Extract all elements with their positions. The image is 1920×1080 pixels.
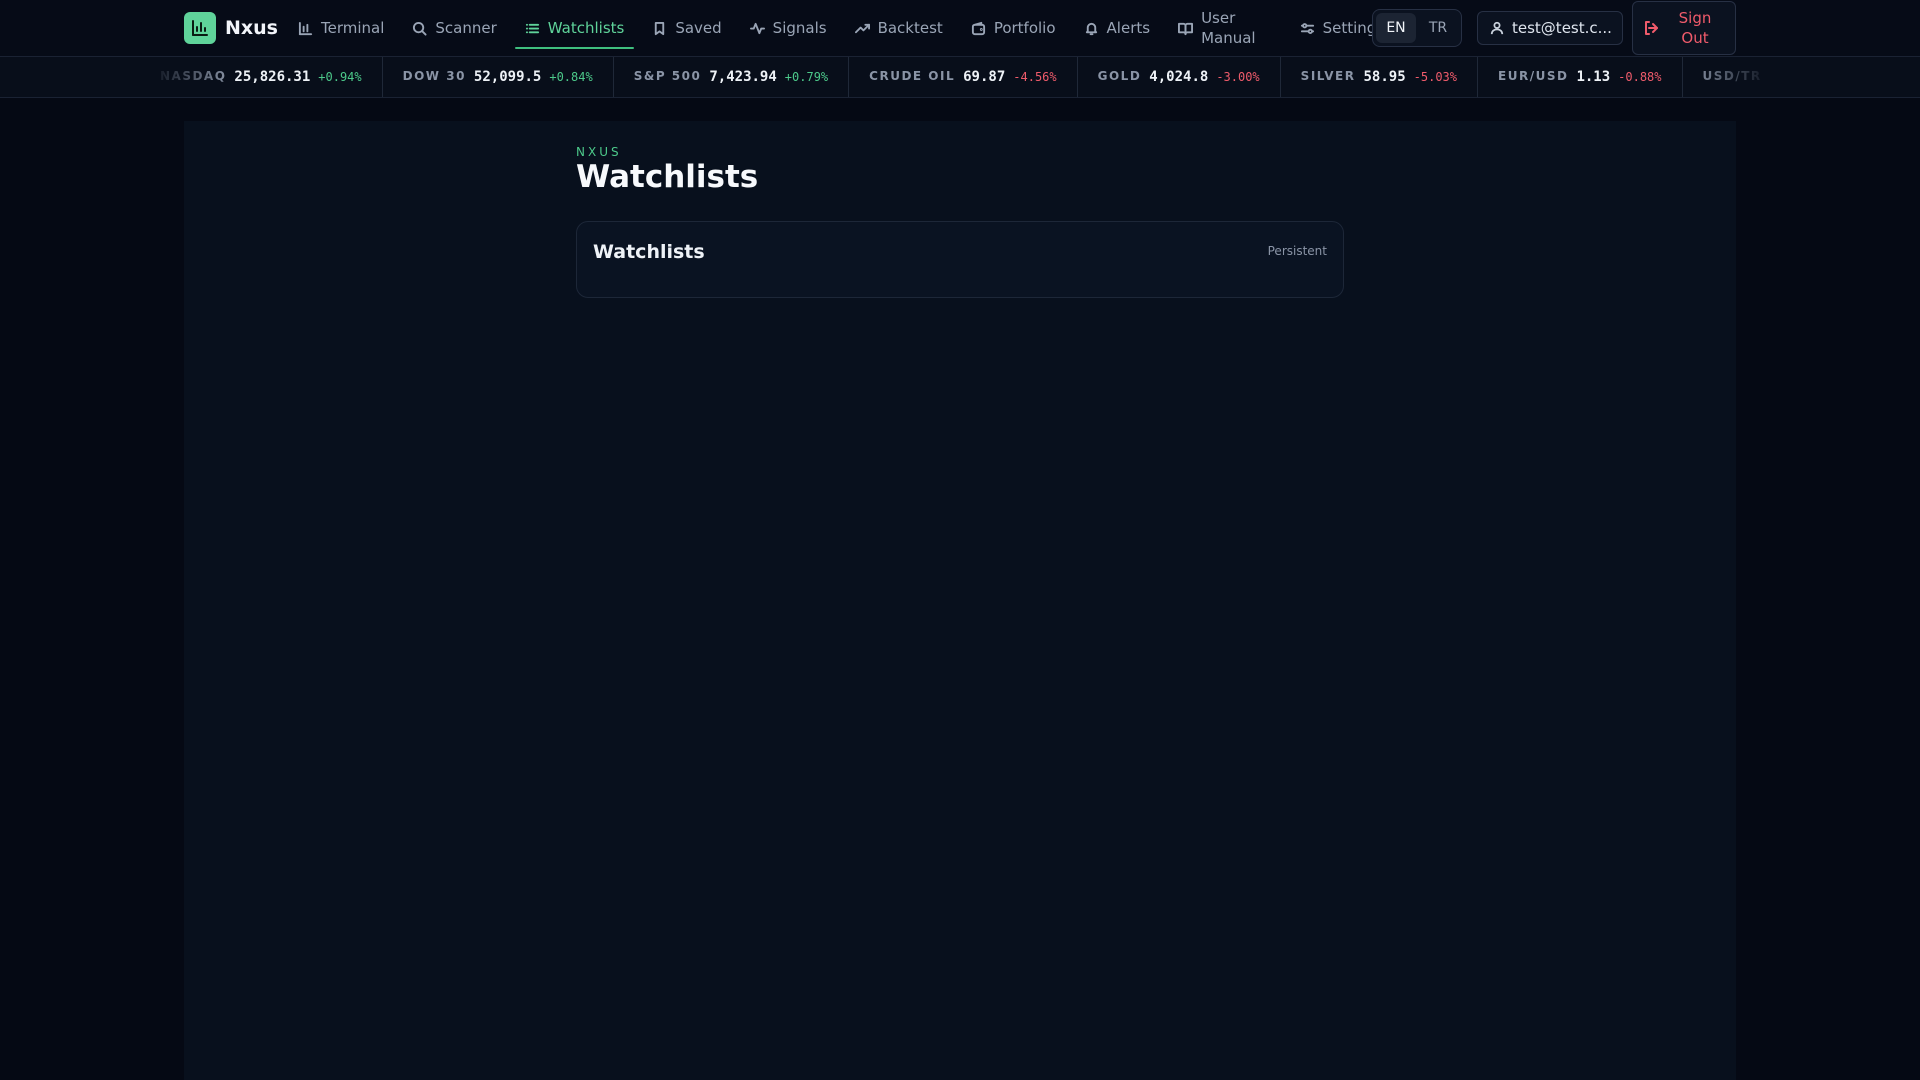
lang-option-tr[interactable]: TR — [1418, 13, 1458, 43]
nav-item-label: Watchlists — [547, 19, 625, 37]
activity-icon — [749, 22, 765, 34]
ticker-change: +0.84% — [549, 70, 593, 84]
brand-name: Nxus — [225, 17, 278, 39]
nav-item-user-manual[interactable]: User Manual — [1164, 0, 1270, 56]
list-icon — [525, 23, 539, 33]
nav-item-saved[interactable]: Saved — [638, 0, 735, 56]
ticker-change: -5.03% — [1413, 70, 1458, 84]
nav-item-portfolio[interactable]: Portfolio — [957, 0, 1070, 56]
search-icon — [413, 21, 427, 36]
ticker-symbol: S&P 500 — [633, 68, 702, 83]
page-eyebrow: NXUS — [576, 145, 622, 159]
watchlists-card: Watchlists Persistent — [576, 221, 1344, 298]
ticker-price: 69.87 — [963, 69, 1006, 85]
ticker-item[interactable]: EUR/USD 1.13 -0.88% — [1478, 57, 1683, 97]
ticker-price: 4,024.8 — [1149, 69, 1209, 85]
bell-icon — [1085, 22, 1097, 35]
top-nav: Nxus Terminal Scanner Watchlists Saved S… — [0, 0, 1920, 57]
card-title: Watchlists — [593, 241, 705, 263]
market-ticker: NASDAQ25,826.31+0.94%DOW 3052,099.5+0.84… — [0, 57, 1920, 98]
language-switcher: EN TR — [1372, 9, 1462, 47]
page-title: Watchlists — [576, 159, 759, 195]
ticker-symbol: EUR/USD — [1498, 68, 1569, 83]
ticker-item[interactable]: SILVER 58.95 -5.03% — [1281, 57, 1479, 97]
ticker-price: 7,423.94 — [709, 69, 777, 85]
user-email: test@test.c... — [1512, 19, 1612, 37]
ticker-price: 25,826.31 — [234, 69, 311, 85]
brand-logo[interactable]: Nxus — [184, 12, 278, 44]
book-icon — [1178, 22, 1194, 35]
lang-option-en[interactable]: EN — [1376, 13, 1416, 43]
ticker-change: +0.94% — [318, 70, 362, 84]
sign-out-button[interactable]: Sign Out — [1632, 1, 1736, 55]
nav-item-terminal[interactable]: Terminal — [284, 0, 398, 56]
ticker-symbol: DOW 30 — [402, 68, 466, 83]
log-out-icon — [1645, 21, 1658, 35]
sliders-icon — [1300, 22, 1314, 34]
ticker-item[interactable]: DOW 30 52,099.5 +0.84% — [383, 57, 614, 97]
ticker-price: 1.13 — [1576, 69, 1611, 85]
nav-item-label: Signals — [772, 19, 827, 37]
nav-item-scanner[interactable]: Scanner — [398, 0, 510, 56]
nav-item-label: User Manual — [1201, 9, 1256, 47]
nav-item-label: Backtest — [877, 19, 943, 37]
ticker-item[interactable]: CRUDE OIL 69.87 -4.56% — [849, 57, 1078, 97]
sign-out-label: Sign Out — [1678, 9, 1712, 47]
user-account-button[interactable]: test@test.c... — [1477, 11, 1623, 45]
bar-chart-icon — [298, 21, 313, 35]
ticker-symbol: SILVER — [1300, 68, 1356, 83]
nav-item-signals[interactable]: Signals — [736, 0, 841, 56]
trending-up-icon — [854, 23, 870, 33]
wallet-icon — [971, 21, 985, 35]
ticker-item[interactable]: GOLD 4,024.8 -3.00% — [1078, 57, 1281, 97]
bookmark-icon — [655, 21, 665, 35]
ticker-price: 52,099.5 — [473, 69, 542, 85]
main-content: NXUS Watchlists Watchlists Persistent — [184, 121, 1736, 1080]
nav-menu: Terminal Scanner Watchlists Saved Signal… — [284, 0, 1398, 56]
ticker-change: -4.56% — [1013, 70, 1057, 84]
user-icon — [1490, 21, 1504, 35]
ticker-item[interactable]: S&P 500 7,423.94 +0.79% — [614, 57, 850, 97]
nav-item-label: Saved — [675, 19, 722, 37]
nav-item-backtest[interactable]: Backtest — [841, 0, 957, 56]
ticker-price: 58.95 — [1363, 69, 1406, 85]
ticker-symbol: GOLD — [1097, 68, 1142, 83]
nav-item-label: Terminal — [321, 19, 385, 37]
nav-item-watchlists[interactable]: Watchlists — [511, 0, 639, 56]
ticker-symbol: CRUDE OIL — [869, 68, 956, 83]
nav-item-alerts[interactable]: Alerts — [1070, 0, 1165, 56]
ticker-track: NASDAQ25,826.31+0.94%DOW 3052,099.5+0.84… — [140, 57, 1826, 97]
persistent-badge: Persistent — [1267, 244, 1327, 258]
nav-item-label: Scanner — [435, 19, 497, 37]
chart-logo-icon — [184, 12, 216, 44]
nav-item-label: Portfolio — [993, 19, 1056, 37]
ticker-change: -3.00% — [1216, 70, 1260, 84]
ticker-change: -0.88% — [1618, 70, 1662, 84]
nav-item-label: Alerts — [1106, 19, 1151, 37]
ticker-change: +0.79% — [784, 70, 829, 84]
